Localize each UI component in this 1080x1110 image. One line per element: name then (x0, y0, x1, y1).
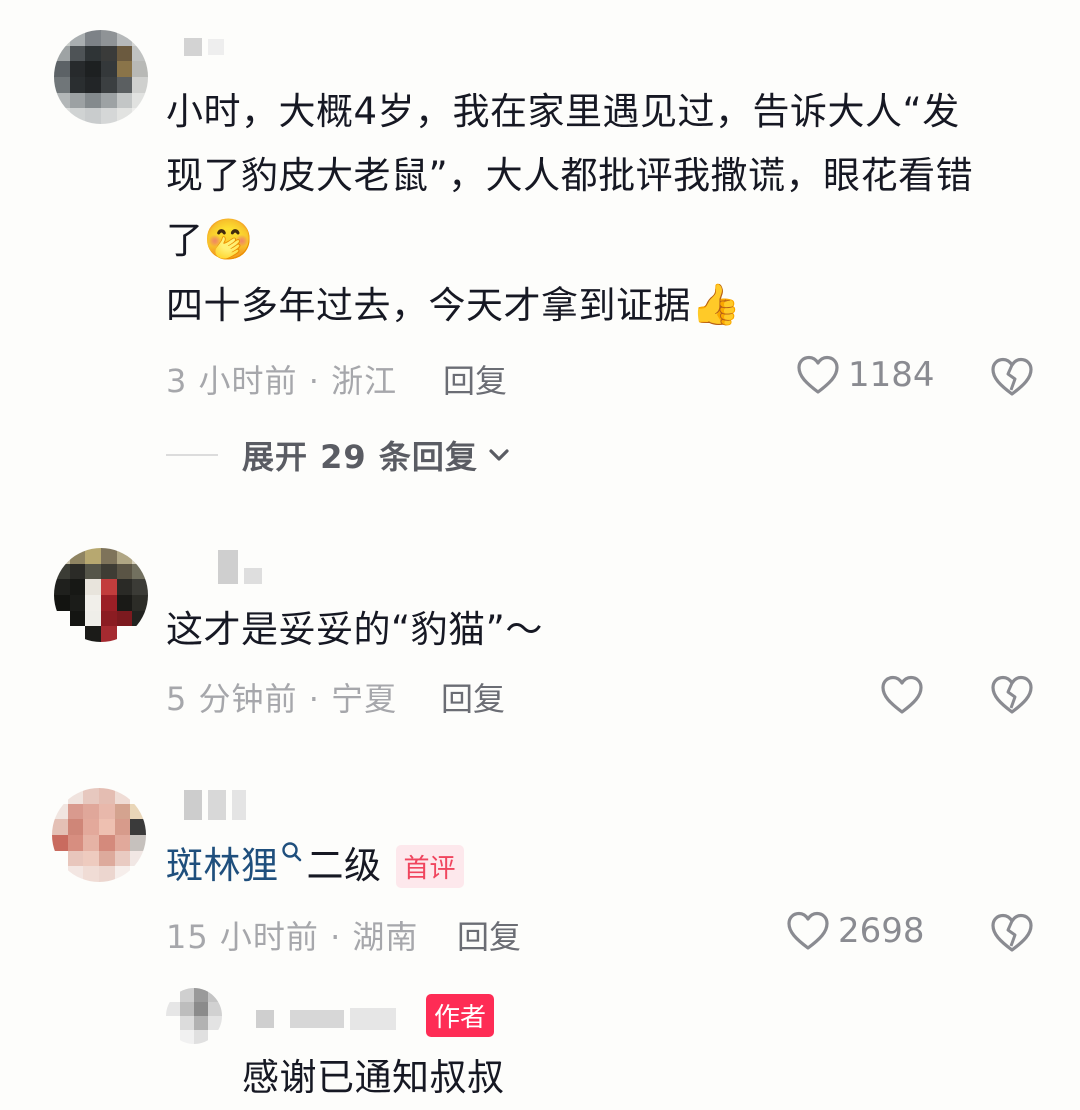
comment-line: 四十多年过去，今天才拿到证据👍 (166, 282, 742, 328)
timestamp: 5 分钟前 (166, 680, 298, 718)
comment-meta: 15 小时前 · 湖南 (166, 918, 419, 956)
heart-outline-icon (797, 355, 839, 394)
avatar[interactable] (54, 30, 148, 124)
comment-line: 现了豹皮大老鼠”，大人都批评我撒谎，眼花看错 (166, 154, 974, 197)
like-count: 2698 (838, 911, 925, 951)
username-blurred[interactable] (184, 790, 246, 820)
dislike-button[interactable] (990, 912, 1034, 954)
avatar[interactable] (52, 788, 146, 882)
location: 湖南 (352, 918, 419, 956)
heart-outline-icon (787, 911, 829, 950)
expand-replies[interactable]: 展开 29 条回复 (166, 432, 512, 478)
expand-replies-label: 展开 29 条回复 (242, 438, 478, 476)
covering-mouth-emoji: 🤭 (203, 217, 254, 263)
comment-text: 斑林狸 二级 首评 (166, 834, 464, 898)
dislike-button[interactable] (990, 356, 1034, 398)
comment-line: 小时，大概4岁，我在家里遇见过，告诉大人“发 (166, 90, 960, 133)
chevron-down-icon (489, 449, 509, 461)
location: 宁夏 (331, 680, 398, 718)
location: 浙江 (331, 362, 398, 400)
like-count: 1184 (848, 355, 935, 395)
like-button[interactable] (880, 674, 924, 716)
avatar[interactable] (166, 988, 222, 1044)
divider-line (166, 454, 218, 456)
mention-link[interactable]: 斑林狸 (166, 834, 279, 898)
first-comment-badge: 首评 (395, 844, 464, 888)
comment-text: 这才是妥妥的“豹猫”～ (166, 608, 543, 651)
reply-button[interactable]: 回复 (457, 912, 521, 958)
broken-heart-icon (991, 357, 1033, 396)
search-icon[interactable] (281, 841, 303, 865)
comment-body: 二级 (306, 844, 382, 887)
timestamp: 3 小时前 (166, 362, 298, 400)
heart-outline-icon (881, 675, 923, 714)
comment-line: 了🤭 (166, 217, 254, 263)
comment-meta: 5 分钟前 · 宁夏 (166, 680, 398, 718)
username-blurred[interactable] (256, 1008, 396, 1030)
dislike-button[interactable] (990, 674, 1034, 716)
reply-button[interactable]: 回复 (441, 674, 505, 720)
author-badge: 作者 (426, 994, 495, 1037)
username-blurred[interactable] (184, 38, 224, 56)
comment-meta: 3 小时前 · 浙江 (166, 362, 398, 400)
timestamp: 15 小时前 (166, 918, 319, 956)
username-blurred[interactable] (218, 550, 262, 584)
thumbs-up-emoji: 👍 (691, 282, 742, 328)
reply-text: 感谢已通知叔叔 (242, 1056, 505, 1099)
comment-text: 小时，大概4岁，我在家里遇见过，告诉大人“发 现了豹皮大老鼠”，大人都批评我撒谎… (166, 80, 1046, 338)
avatar[interactable] (54, 548, 148, 642)
like-button[interactable]: 2698 (786, 910, 925, 952)
broken-heart-icon (991, 913, 1033, 952)
reply-button[interactable]: 回复 (443, 356, 507, 402)
broken-heart-icon (991, 675, 1033, 714)
like-button[interactable]: 1184 (796, 354, 935, 396)
